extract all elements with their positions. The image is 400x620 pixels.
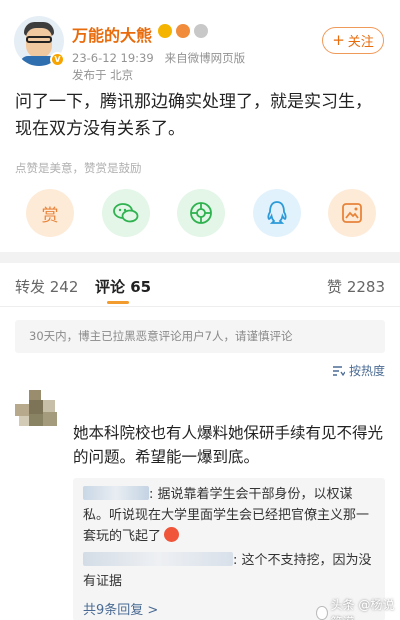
post-location: 发布于 北京	[72, 68, 134, 82]
tab-like[interactable]: 赞 2283	[327, 276, 385, 297]
reward-hint: 点赞是美意，赞赏是鼓励	[15, 161, 142, 175]
interaction-tabs: 转发 242 评论 65 赞 2283	[0, 263, 400, 307]
redacted-username	[83, 552, 233, 566]
tab-repost[interactable]: 转发 242	[15, 276, 78, 297]
share-qq-button[interactable]	[252, 189, 301, 237]
tab-comment[interactable]: 评论 65	[95, 276, 151, 297]
share-wechat-button[interactable]	[101, 189, 150, 237]
reward-button[interactable]: 赏	[26, 189, 74, 237]
user-badges	[158, 24, 208, 38]
section-divider	[0, 252, 400, 263]
active-tab-indicator	[107, 301, 129, 304]
sort-toggle[interactable]: 按热度	[332, 362, 385, 379]
follow-button[interactable]: + 关注	[322, 27, 384, 54]
verified-badge-icon: V	[50, 52, 65, 67]
sort-icon	[332, 365, 345, 376]
moments-icon	[190, 202, 212, 224]
gold-medal-icon	[158, 24, 172, 38]
post-header: V 万能的大熊 23-6-12 19:39 来自微博网页版 发布于 北京 + 关…	[0, 0, 400, 90]
share-moments-button[interactable]	[177, 189, 225, 237]
follow-label: 关注	[347, 35, 374, 50]
plus-icon: +	[332, 31, 345, 49]
author-name[interactable]: 万能的大熊	[72, 22, 152, 46]
angry-emoji-icon	[164, 527, 180, 542]
gear-badge-icon	[194, 24, 208, 38]
wechat-icon	[112, 203, 138, 223]
qq-icon	[266, 201, 287, 224]
comment-notice: 30天内，博主已拉黑恶意评论用户7人，请谨慎评论	[15, 320, 385, 353]
watermark-text: 头条 @杨说简谱	[330, 598, 395, 620]
post-source: 来自微博网页版	[164, 51, 246, 65]
reply-item: : 这个不支持挖，因为没有证据	[83, 550, 378, 592]
post-meta: 23-6-12 19:39 来自微博网页版	[72, 50, 245, 66]
reply-item: : 据说靠着学生会干部身份，以权谋私。听说现在大学里面学生会已经把官僚主义那一套…	[83, 484, 378, 547]
watermark: 头条 @杨说简谱	[316, 596, 400, 620]
post-body: 问了一下，腾讯那边确实处理了，就是实习生，现在双方没有关系了。	[15, 92, 372, 139]
watermark-logo-icon	[316, 606, 328, 620]
commenter-avatar[interactable]	[15, 390, 63, 442]
post-timestamp: 23-6-12 19:39	[72, 51, 154, 65]
comment-body: 她本科院校也有人爆料她保研手续有见不得光的问题。希望能一爆到底。	[73, 424, 384, 466]
more-replies-link[interactable]: 共9条回复 >	[83, 599, 158, 618]
reward-icon: 赏	[41, 205, 59, 226]
share-row: 赏	[26, 189, 376, 237]
redacted-username	[83, 486, 149, 500]
fish-icon	[176, 24, 190, 38]
save-image-button[interactable]	[328, 189, 376, 237]
sort-label: 按热度	[348, 364, 385, 378]
save-image-icon	[342, 203, 362, 223]
